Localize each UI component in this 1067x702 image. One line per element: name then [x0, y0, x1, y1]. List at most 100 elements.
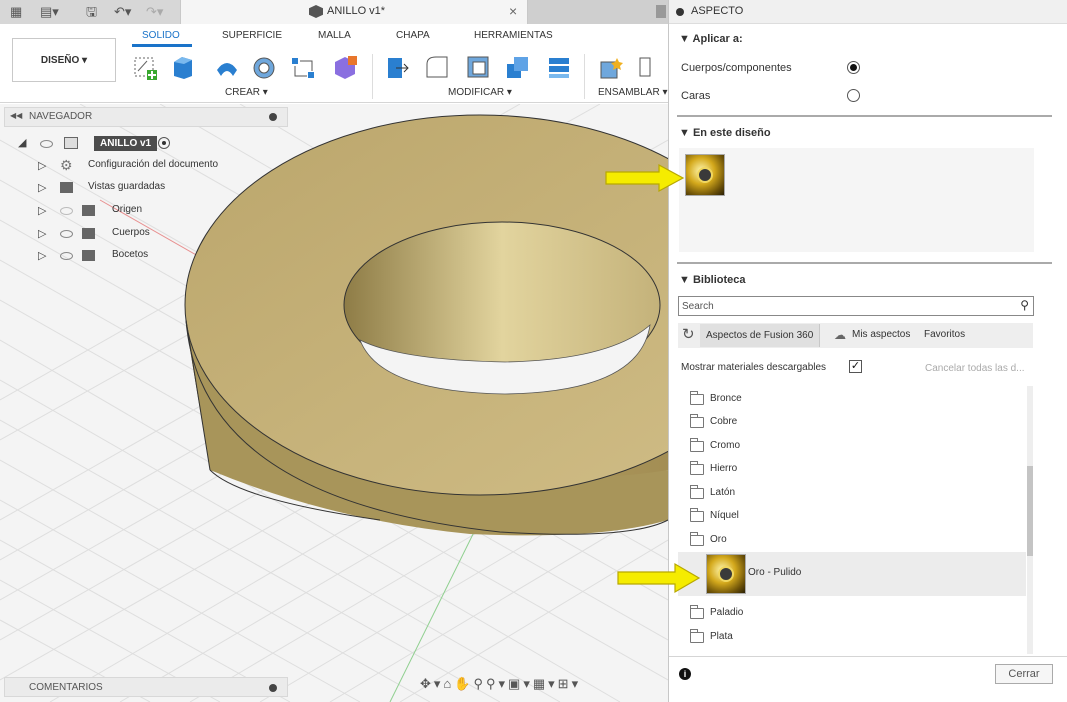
cancel-all-downloads-link[interactable]: Cancelar todas las d... — [925, 363, 1025, 374]
library-folder-laton[interactable]: Latón — [678, 482, 1026, 505]
browser-root-row[interactable]: ◢ ANILLO v1 — [0, 134, 200, 154]
tab-chapa[interactable]: CHAPA — [396, 30, 430, 41]
library-folder-cobre[interactable]: Cobre — [678, 411, 1026, 434]
viewports-icon[interactable]: ⊞▾ — [558, 676, 581, 691]
undo-icon[interactable]: ↶▾ — [114, 4, 131, 20]
scrollbar-thumb[interactable] — [1027, 466, 1033, 556]
expand-arrow-icon[interactable]: ▷ — [38, 204, 46, 217]
library-folder-hierro[interactable]: Hierro — [678, 458, 1026, 481]
create-sketch-icon[interactable] — [133, 54, 159, 80]
loft-icon[interactable] — [290, 54, 316, 80]
library-folder-oro[interactable]: Oro — [678, 529, 1026, 552]
tab-fusion360-appearances[interactable]: Aspectos de Fusion 360 — [700, 324, 821, 347]
replace-face-icon[interactable] — [546, 54, 572, 80]
document-cube-icon — [309, 5, 323, 18]
browser-item-saved-views[interactable]: ▷ Vistas guardadas — [0, 178, 240, 198]
apps-grid-icon[interactable]: ▦ — [10, 4, 22, 20]
document-tab[interactable]: ANILLO v1* × — [180, 0, 528, 24]
list-item-label: Oro - Pulido — [748, 567, 802, 578]
collapse-arrow-icon[interactable]: ◢ — [18, 136, 26, 149]
panel-header[interactable]: ASPECTO — [669, 0, 1067, 24]
tab-superficie[interactable]: SUPERFICIE — [222, 30, 282, 41]
close-button[interactable]: Cerrar — [995, 664, 1053, 684]
gold-appearance-swatch[interactable] — [685, 154, 725, 196]
pin-icon[interactable] — [269, 113, 277, 121]
library-folder-bronce[interactable]: Bronce — [678, 388, 1026, 411]
workspace-switcher-button[interactable]: DISEÑO ▾ — [12, 38, 116, 82]
oro-pulido-swatch[interactable] — [706, 554, 746, 594]
shell-icon[interactable] — [465, 54, 491, 80]
library-scrollbar[interactable] — [1027, 386, 1033, 654]
gear-icon: ⚙ — [60, 157, 73, 173]
show-downloadable-checkbox[interactable]: ✓ — [849, 360, 862, 373]
ribbon-divider — [372, 54, 373, 99]
library-folder-cromo[interactable]: Cromo — [678, 435, 1026, 458]
browser-item-sketches[interactable]: ▷ Bocetos — [0, 246, 240, 266]
expand-arrow-icon[interactable]: ▷ — [38, 227, 46, 240]
press-pull-icon[interactable] — [384, 54, 410, 80]
pan-icon[interactable]: ✋ — [454, 676, 473, 691]
library-search-input[interactable]: Search ⚲ — [678, 296, 1034, 316]
tab-solido[interactable]: SOLIDO — [142, 30, 180, 41]
hidden-eye-icon[interactable] — [60, 207, 73, 215]
tab-my-appearances[interactable]: Mis aspectos — [852, 329, 910, 340]
tab-favorites[interactable]: Favoritos — [924, 329, 965, 340]
visibility-eye-icon[interactable] — [40, 140, 53, 148]
root-component-label[interactable]: ANILLO v1 — [94, 136, 158, 151]
library-folder-plata[interactable]: Plata — [678, 626, 1026, 649]
visibility-eye-icon[interactable] — [60, 230, 73, 238]
apply-to-section-title[interactable]: ▼ Aplicar a: — [679, 33, 743, 45]
grid-settings-icon[interactable]: ▦▾ — [533, 676, 558, 691]
combine-icon[interactable] — [504, 54, 530, 80]
option-bodies-components-radio[interactable] — [847, 61, 860, 74]
revolve-icon[interactable] — [214, 54, 240, 80]
expand-arrow-icon[interactable]: ▷ — [38, 181, 46, 194]
group-modificar[interactable]: MODIFICAR ▾ — [448, 87, 512, 98]
visibility-eye-icon[interactable] — [60, 252, 73, 260]
close-tab-icon[interactable]: × — [509, 3, 517, 19]
info-icon[interactable]: i — [679, 668, 691, 680]
expand-arrow-icon[interactable]: ▷ — [38, 249, 46, 262]
navigator-header[interactable]: ◀◀ NAVEGADOR — [4, 107, 288, 127]
save-icon[interactable]: 🖫 — [86, 4, 97, 20]
library-folder-paladio[interactable]: Paladio — [678, 602, 1026, 625]
sweep-icon[interactable] — [250, 54, 276, 80]
create-form-icon[interactable] — [332, 54, 358, 80]
library-folder-niquel[interactable]: Níquel — [678, 505, 1026, 528]
expand-arrow-icon[interactable]: ▷ — [38, 159, 46, 172]
refresh-icon[interactable]: ↻ — [682, 325, 695, 343]
search-icon[interactable]: ⚲ — [1020, 298, 1029, 312]
collapse-icon[interactable]: ◀◀ — [10, 111, 22, 120]
tab-herramientas[interactable]: HERRAMIENTAS — [474, 30, 553, 41]
group-ensamblar[interactable]: ENSAMBLAR ▾ — [598, 87, 667, 98]
toolbar-ribbon: DISEÑO ▾ SOLIDO SUPERFICIE MALLA CHAPA H… — [0, 24, 668, 103]
joint-icon[interactable] — [636, 54, 656, 80]
pin-icon[interactable] — [269, 684, 277, 692]
library-section-title[interactable]: ▼ Biblioteca — [679, 274, 746, 286]
in-design-section-title[interactable]: ▼ En este diseño — [679, 127, 771, 139]
file-menu-icon[interactable]: ▤▾ — [40, 4, 59, 20]
activate-radio[interactable] — [158, 137, 170, 149]
look-at-icon[interactable]: ⌂ — [443, 676, 454, 691]
comments-bar[interactable]: COMENTARIOS — [4, 677, 288, 697]
extrude-icon[interactable] — [170, 54, 196, 80]
zoom-icon[interactable]: ⚲ — [473, 676, 486, 691]
orbit-icon[interactable]: ✥▾ — [420, 676, 443, 691]
browser-item-origin[interactable]: ▷ Origen — [0, 201, 240, 221]
folder-icon — [60, 182, 73, 193]
panel-footer: i Cerrar — [669, 656, 1067, 702]
tab-malla[interactable]: MALLA — [318, 30, 351, 41]
browser-item-document-settings[interactable]: ▷ ⚙ Configuración del documento — [0, 156, 240, 176]
group-crear[interactable]: CREAR ▾ — [225, 87, 268, 98]
redo-icon[interactable]: ↷▾ — [146, 4, 163, 20]
browser-item-bodies[interactable]: ▷ Cuerpos — [0, 224, 240, 244]
fillet-icon[interactable] — [424, 54, 450, 80]
show-downloadable-label: Mostrar materiales descargables — [681, 362, 827, 373]
folder-icon — [690, 532, 704, 546]
fit-icon[interactable]: ⚲▾ — [486, 676, 508, 691]
option-faces-radio[interactable] — [847, 89, 860, 102]
list-item-label: Latón — [710, 487, 736, 498]
new-component-icon[interactable] — [598, 54, 624, 80]
display-settings-icon[interactable]: ▣▾ — [508, 676, 533, 691]
library-appearance-oro-pulido[interactable]: Oro - Pulido — [678, 552, 1026, 596]
